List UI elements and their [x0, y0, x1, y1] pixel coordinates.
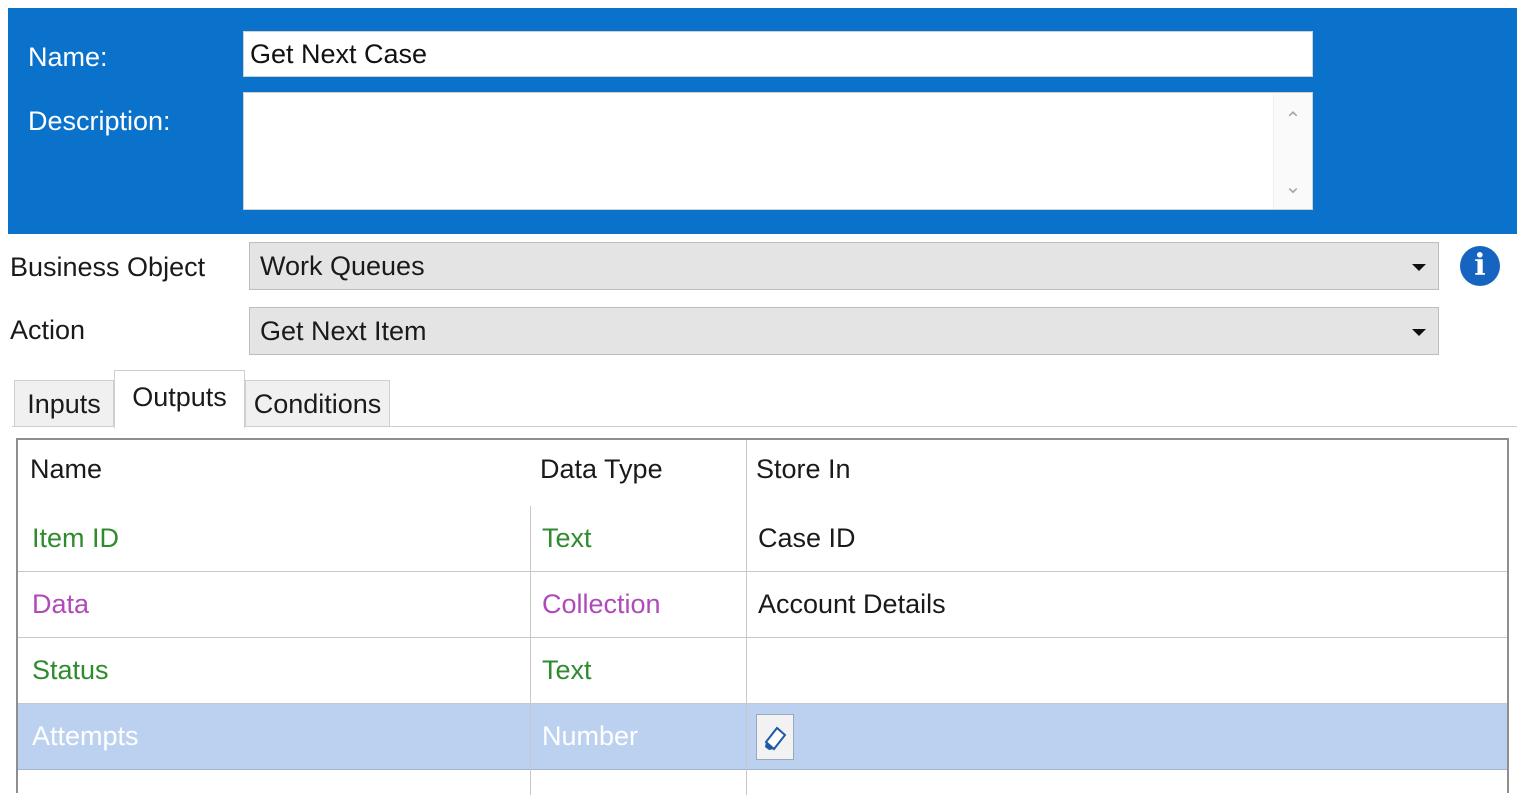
action-value: Get Next Item — [260, 316, 427, 346]
tab-inputs[interactable]: Inputs — [14, 380, 114, 426]
row-store-in[interactable]: Case ID — [758, 506, 856, 570]
column-divider — [530, 506, 531, 795]
name-label: Name: — [28, 42, 108, 72]
tab-conditions[interactable]: Conditions — [245, 380, 390, 426]
column-header-store-in[interactable]: Store In — [756, 454, 851, 485]
column-header-name[interactable]: Name — [30, 454, 102, 485]
row-name: Data — [32, 589, 90, 619]
action-label: Action — [10, 315, 86, 345]
info-icon[interactable]: i — [1460, 246, 1500, 286]
row-data-type: Text — [542, 523, 592, 553]
business-object-dropdown[interactable]: Work Queues — [249, 242, 1439, 290]
row-data-type: Collection — [542, 589, 661, 619]
dropdown-arrow-icon[interactable] — [1412, 329, 1426, 336]
table-row[interactable]: Status Text — [18, 638, 1507, 704]
business-object-label: Business Object — [10, 252, 206, 282]
action-dropdown[interactable]: Get Next Item — [249, 307, 1439, 355]
row-name: Status — [32, 655, 109, 685]
description-scrollbar[interactable]: ⌃ ⌄ — [1273, 93, 1312, 209]
description-label: Description: — [28, 106, 171, 136]
header-panel: Name: Description: Get Next Case ⌃ ⌄ — [8, 8, 1517, 234]
table-row[interactable]: Item ID Text Case ID — [18, 506, 1507, 572]
business-object-value: Work Queues — [260, 251, 425, 281]
column-divider — [746, 440, 747, 795]
row-name: Attempts — [32, 721, 139, 751]
name-input[interactable]: Get Next Case — [243, 31, 1313, 77]
row-data-type: Number — [542, 721, 639, 751]
description-textarea[interactable]: ⌃ ⌄ — [243, 92, 1313, 210]
table-row[interactable]: Data Collection Account Details — [18, 572, 1507, 638]
table-row-selected[interactable]: Attempts Number — [18, 704, 1507, 770]
row-data-type: Text — [542, 655, 592, 685]
outputs-grid: Name Data Type Store In Item ID Text Cas… — [16, 438, 1509, 795]
scroll-down-icon[interactable]: ⌄ — [1274, 174, 1312, 199]
dropdown-arrow-icon[interactable] — [1412, 264, 1426, 271]
scroll-up-icon[interactable]: ⌃ — [1274, 107, 1312, 132]
row-name: Item ID — [32, 523, 120, 553]
column-header-data-type[interactable]: Data Type — [540, 454, 663, 485]
row-store-in[interactable]: Account Details — [758, 572, 946, 636]
tab-outputs[interactable]: Outputs — [114, 370, 245, 428]
edit-icon[interactable] — [756, 714, 794, 760]
